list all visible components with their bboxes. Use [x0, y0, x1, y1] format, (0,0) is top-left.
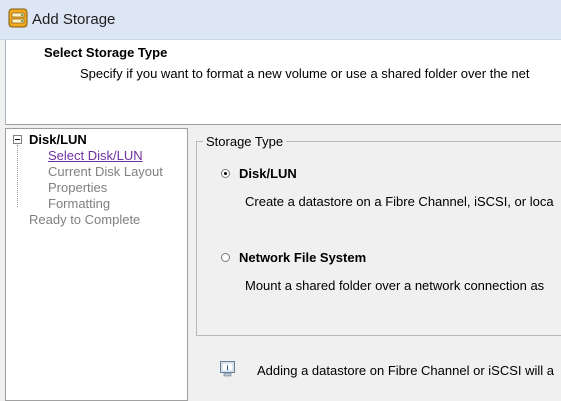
disk-lun-label[interactable]: Disk/LUN: [239, 166, 297, 181]
page-title: Select Storage Type: [44, 45, 168, 60]
storage-type-legend: Storage Type: [203, 134, 287, 149]
nav-item-formatting: Formatting: [48, 196, 111, 211]
nfs-description: Mount a shared folder over a network con…: [245, 278, 545, 293]
page-subtitle: Specify if you want to format a new volu…: [80, 66, 530, 81]
nav-item-select-disk-lun[interactable]: Select Disk/LUN: [48, 148, 143, 163]
tree-connector: [17, 145, 18, 207]
nav-item-properties: Properties: [48, 180, 108, 195]
window-title: Add Storage: [32, 11, 116, 28]
svg-text:i: i: [227, 364, 229, 372]
wizard-nav-tree: Disk/LUN Select Disk/LUN Current Disk La…: [5, 128, 188, 401]
info-icon: i: [220, 361, 235, 377]
nfs-radio[interactable]: [221, 253, 230, 262]
wizard-content: Storage Type Disk/LUN Create a datastore…: [188, 128, 561, 401]
wizard-header: Select Storage Type Specify if you want …: [5, 40, 561, 125]
info-message: Adding a datastore on Fibre Channel or i…: [257, 363, 554, 378]
nav-item-current-disk-layout: Current Disk Layout: [48, 164, 163, 179]
nav-item-ready-to-complete: Ready to Complete: [29, 212, 141, 227]
disk-lun-description: Create a datastore on a Fibre Channel, i…: [245, 194, 554, 209]
nav-item-disk-lun[interactable]: Disk/LUN: [29, 132, 87, 147]
title-bar: Add Storage: [0, 0, 561, 40]
disk-lun-radio[interactable]: [221, 169, 230, 178]
collapse-icon[interactable]: [13, 135, 22, 144]
storage-type-group: Storage Type Disk/LUN Create a datastore…: [196, 134, 561, 336]
nfs-label[interactable]: Network File System: [239, 250, 366, 265]
storage-app-icon: [8, 8, 28, 28]
